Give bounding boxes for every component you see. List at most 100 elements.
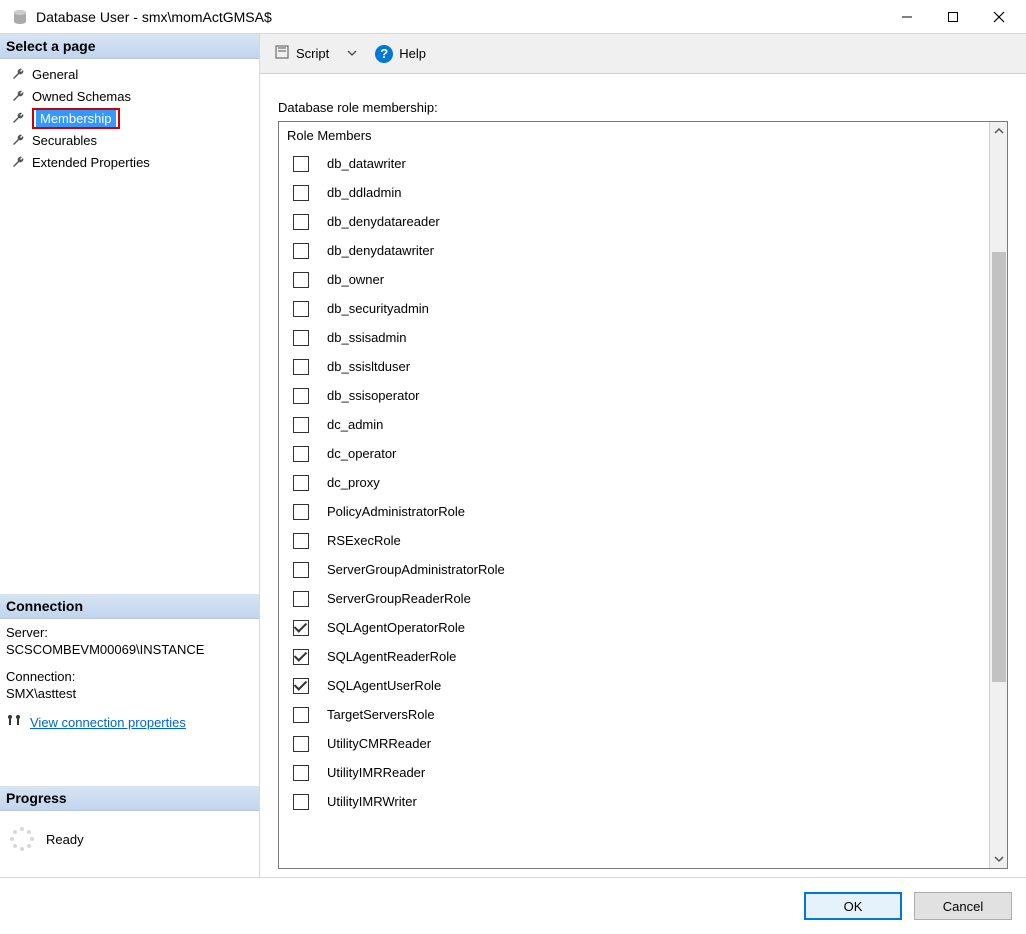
role-checkbox[interactable] bbox=[293, 765, 309, 781]
maximize-button[interactable] bbox=[930, 1, 976, 33]
connection-header: Connection bbox=[0, 594, 259, 619]
role-row[interactable]: ServerGroupAdministratorRole bbox=[287, 555, 981, 584]
role-label: db_ddladmin bbox=[327, 185, 401, 200]
role-row[interactable]: RSExecRole bbox=[287, 526, 981, 555]
scroll-down-button[interactable] bbox=[990, 850, 1008, 868]
ok-button[interactable]: OK bbox=[804, 892, 902, 920]
role-row[interactable]: ServerGroupReaderRole bbox=[287, 584, 981, 613]
role-checkbox[interactable] bbox=[293, 649, 309, 665]
role-checkbox[interactable] bbox=[293, 330, 309, 346]
script-dropdown-button[interactable] bbox=[343, 46, 361, 61]
spinner-icon bbox=[8, 825, 36, 853]
role-checkbox[interactable] bbox=[293, 301, 309, 317]
role-row[interactable]: SQLAgentOperatorRole bbox=[287, 613, 981, 642]
database-icon bbox=[12, 9, 28, 25]
role-row[interactable]: PolicyAdministratorRole bbox=[287, 497, 981, 526]
role-checkbox[interactable] bbox=[293, 359, 309, 375]
role-checkbox[interactable] bbox=[293, 185, 309, 201]
role-checkbox[interactable] bbox=[293, 562, 309, 578]
role-checkbox[interactable] bbox=[293, 156, 309, 172]
wrench-icon bbox=[10, 66, 26, 82]
sidebar-item-extended-properties[interactable]: Extended Properties bbox=[6, 151, 259, 173]
script-label: Script bbox=[296, 46, 329, 61]
role-membership-label: Database role membership: bbox=[278, 100, 1008, 115]
role-label: TargetServersRole bbox=[327, 707, 435, 722]
role-checkbox[interactable] bbox=[293, 417, 309, 433]
sidebar-item-general[interactable]: General bbox=[6, 63, 259, 85]
role-label: dc_proxy bbox=[327, 475, 380, 490]
sidebar-item-label: Extended Properties bbox=[32, 155, 150, 170]
progress-status: Ready bbox=[46, 832, 84, 847]
role-checkbox[interactable] bbox=[293, 707, 309, 723]
role-checkbox[interactable] bbox=[293, 272, 309, 288]
role-checkbox[interactable] bbox=[293, 475, 309, 491]
role-row[interactable]: db_ssisoperator bbox=[287, 381, 981, 410]
scroll-up-button[interactable] bbox=[990, 122, 1008, 140]
role-membership-listbox: Role Members db_datawriterdb_ddladmindb_… bbox=[278, 121, 1008, 869]
close-button[interactable] bbox=[976, 1, 1022, 33]
dialog-footer: OK Cancel bbox=[0, 878, 1026, 934]
sidebar-header: Select a page bbox=[0, 34, 259, 59]
sidebar-item-membership[interactable]: Membership bbox=[6, 107, 259, 129]
role-row[interactable]: dc_admin bbox=[287, 410, 981, 439]
sidebar-item-label: Owned Schemas bbox=[32, 89, 131, 104]
role-checkbox[interactable] bbox=[293, 214, 309, 230]
role-row[interactable]: SQLAgentUserRole bbox=[287, 671, 981, 700]
sidebar-page-list: General Owned Schemas Membership Securab… bbox=[0, 59, 259, 177]
role-label: UtilityIMRReader bbox=[327, 765, 425, 780]
script-button[interactable]: Script bbox=[268, 40, 335, 67]
role-label: ServerGroupReaderRole bbox=[327, 591, 471, 606]
role-checkbox[interactable] bbox=[293, 243, 309, 259]
role-row[interactable]: dc_operator bbox=[287, 439, 981, 468]
role-row[interactable]: SQLAgentReaderRole bbox=[287, 642, 981, 671]
role-row[interactable]: db_ddladmin bbox=[287, 178, 981, 207]
sidebar: Select a page General Owned Schemas Memb… bbox=[0, 34, 260, 877]
wrench-icon bbox=[10, 154, 26, 170]
role-label: RSExecRole bbox=[327, 533, 401, 548]
role-row[interactable]: db_securityadmin bbox=[287, 294, 981, 323]
role-row[interactable]: TargetServersRole bbox=[287, 700, 981, 729]
wrench-icon bbox=[10, 132, 26, 148]
sidebar-item-securables[interactable]: Securables bbox=[6, 129, 259, 151]
role-row[interactable]: UtilityCMRReader bbox=[287, 729, 981, 758]
connection-label: Connection: bbox=[6, 669, 253, 684]
scrollbar-thumb[interactable] bbox=[992, 252, 1006, 682]
role-row[interactable]: UtilityIMRWriter bbox=[287, 787, 981, 816]
help-icon: ? bbox=[375, 45, 393, 63]
sidebar-item-owned-schemas[interactable]: Owned Schemas bbox=[6, 85, 259, 107]
role-list: db_datawriter db_ddladmin db_denydatareade… bbox=[287, 149, 981, 816]
role-row[interactable]: db_owner bbox=[287, 265, 981, 294]
cancel-button[interactable]: Cancel bbox=[914, 892, 1012, 920]
role-checkbox[interactable] bbox=[293, 388, 309, 404]
highlight-box: Membership bbox=[32, 108, 120, 129]
script-icon bbox=[274, 44, 290, 63]
role-row[interactable]: db_datawriter bbox=[287, 149, 981, 178]
role-checkbox[interactable] bbox=[293, 591, 309, 607]
role-row[interactable]: db_ssisadmin bbox=[287, 323, 981, 352]
vertical-scrollbar[interactable] bbox=[989, 122, 1007, 868]
role-checkbox[interactable] bbox=[293, 794, 309, 810]
progress-header: Progress bbox=[0, 786, 259, 811]
help-button[interactable]: ? Help bbox=[369, 41, 432, 67]
help-label: Help bbox=[399, 46, 426, 61]
role-label: db_ssisoperator bbox=[327, 388, 420, 403]
role-row[interactable]: db_ssisltduser bbox=[287, 352, 981, 381]
connection-properties-icon bbox=[6, 713, 22, 732]
sidebar-item-label: Securables bbox=[32, 133, 97, 148]
role-label: db_securityadmin bbox=[327, 301, 429, 316]
role-checkbox[interactable] bbox=[293, 678, 309, 694]
role-row[interactable]: db_denydatawriter bbox=[287, 236, 981, 265]
role-checkbox[interactable] bbox=[293, 533, 309, 549]
role-checkbox[interactable] bbox=[293, 736, 309, 752]
role-label: db_denydatareader bbox=[327, 214, 440, 229]
role-checkbox[interactable] bbox=[293, 504, 309, 520]
view-connection-properties-link[interactable]: View connection properties bbox=[30, 715, 186, 730]
role-label: ServerGroupAdministratorRole bbox=[327, 562, 505, 577]
role-label: UtilityCMRReader bbox=[327, 736, 431, 751]
role-row[interactable]: dc_proxy bbox=[287, 468, 981, 497]
role-checkbox[interactable] bbox=[293, 620, 309, 636]
minimize-button[interactable] bbox=[884, 1, 930, 33]
role-checkbox[interactable] bbox=[293, 446, 309, 462]
role-row[interactable]: UtilityIMRReader bbox=[287, 758, 981, 787]
role-row[interactable]: db_denydatareader bbox=[287, 207, 981, 236]
